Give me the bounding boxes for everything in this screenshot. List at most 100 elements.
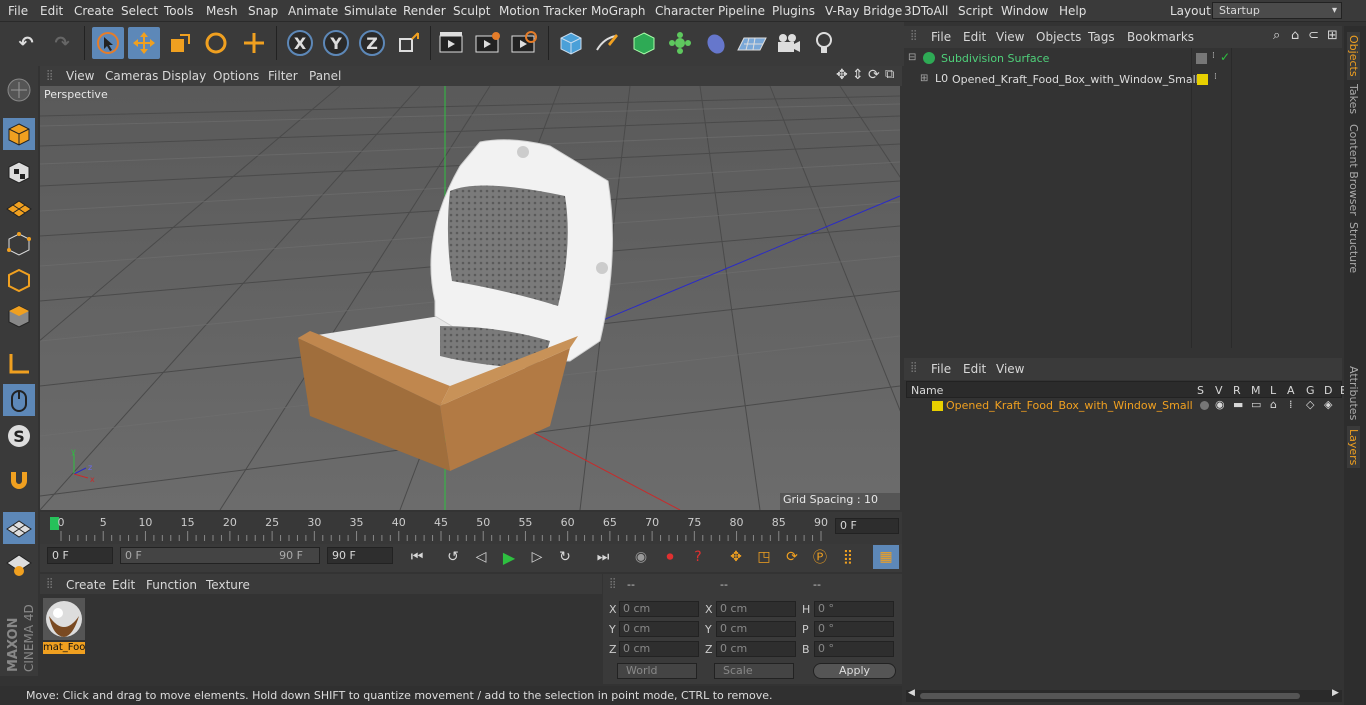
- render-to-picture-viewer-icon[interactable]: [472, 27, 504, 59]
- coordinate-system-icon[interactable]: [393, 27, 425, 59]
- material-menu-texture[interactable]: Texture: [206, 578, 250, 592]
- rotate-tool-icon[interactable]: [200, 27, 232, 59]
- light-icon[interactable]: [808, 27, 840, 59]
- coord-size-z[interactable]: 0 cm: [716, 641, 796, 657]
- magnet-icon[interactable]: [3, 464, 35, 496]
- tab-layers[interactable]: Layers: [1347, 426, 1360, 469]
- tweak-mouse-icon[interactable]: [3, 384, 35, 416]
- play-icon[interactable]: ▶: [496, 545, 522, 569]
- menu-motion-tracker[interactable]: Motion Tracker: [499, 4, 587, 18]
- menu-character[interactable]: Character: [655, 4, 714, 18]
- lm-menu-view[interactable]: View: [996, 362, 1024, 376]
- scrollbar-thumb[interactable]: [920, 693, 1300, 699]
- enabled-check-icon[interactable]: ✓: [1220, 50, 1230, 64]
- menu-3dtoall[interactable]: 3DToAll: [904, 4, 948, 18]
- menu-script[interactable]: Script: [958, 4, 993, 18]
- floor-icon[interactable]: [736, 27, 768, 59]
- render-visibility-dots[interactable]: ⁞: [1212, 51, 1215, 61]
- viewport-zoom-icon[interactable]: ⇕: [852, 67, 864, 83]
- om-menu-bookmarks[interactable]: Bookmarks: [1127, 30, 1194, 44]
- key-pla-icon[interactable]: ⣿: [835, 545, 861, 569]
- viewport-label[interactable]: Perspective: [44, 88, 108, 101]
- visibility-dots[interactable]: ⁞: [1214, 72, 1217, 82]
- texture-mode-icon[interactable]: [3, 156, 35, 188]
- y-axis-icon[interactable]: Y: [320, 27, 352, 59]
- object-row-subdivision[interactable]: ⊟ Subdivision Surface ⁞ ✓: [904, 50, 1342, 68]
- deformer-icon[interactable]: [700, 27, 732, 59]
- coord-world-select[interactable]: World: [617, 663, 697, 679]
- previous-frame-icon[interactable]: ◁: [468, 545, 494, 569]
- layer-animation-icon[interactable]: ⁞: [1289, 398, 1293, 411]
- auto-keying-icon[interactable]: ⏺: [657, 545, 683, 569]
- om-back-icon[interactable]: ⊂: [1308, 28, 1319, 43]
- coord-rot-b[interactable]: 0 °: [814, 641, 894, 657]
- camera-icon[interactable]: [772, 27, 804, 59]
- col-manager[interactable]: M: [1251, 384, 1261, 397]
- timeline-ruler[interactable]: 0 5 10 15 20 25 30 35 40 45 50 55 60 65 70 75 80 85 90 0 F: [40, 512, 902, 544]
- col-animation[interactable]: A: [1287, 384, 1295, 397]
- coord-size-x[interactable]: 0 cm: [716, 601, 796, 617]
- coord-pos-y[interactable]: 0 cm: [619, 621, 699, 637]
- end-frame-field[interactable]: 90 F: [327, 547, 393, 564]
- move-tool-icon[interactable]: [128, 27, 160, 59]
- viewport-move-icon[interactable]: ✥: [836, 67, 848, 83]
- layer-manager-icon[interactable]: ▭: [1251, 398, 1261, 411]
- coord-scale-select[interactable]: Scale: [714, 663, 794, 679]
- material-swatch[interactable]: mat_Foo: [43, 598, 85, 656]
- tab-content-browser[interactable]: Content Browser: [1347, 124, 1360, 216]
- col-solo[interactable]: S: [1197, 384, 1204, 397]
- x-axis-icon[interactable]: X: [284, 27, 316, 59]
- menu-mesh[interactable]: Mesh: [206, 4, 238, 18]
- viewport-rotate-icon[interactable]: ⟳: [868, 67, 880, 83]
- go-to-start-icon[interactable]: ⏮: [404, 545, 430, 569]
- viewport-menu-view[interactable]: View: [66, 69, 94, 83]
- layer-color-tag[interactable]: [1197, 74, 1208, 85]
- make-editable-icon[interactable]: [3, 74, 35, 106]
- viewport-menu-filter[interactable]: Filter: [268, 69, 298, 83]
- scale-tool-icon[interactable]: [164, 27, 196, 59]
- menu-tools[interactable]: Tools: [164, 4, 194, 18]
- col-generators[interactable]: G: [1306, 384, 1315, 397]
- lm-menu-file[interactable]: File: [931, 362, 951, 376]
- col-name[interactable]: Name: [911, 384, 943, 397]
- editor-visibility-icon[interactable]: [1196, 53, 1207, 64]
- key-rotation-icon[interactable]: ⟳: [779, 545, 805, 569]
- material-menu-edit[interactable]: Edit: [112, 578, 135, 592]
- snap-grid-icon[interactable]: [3, 548, 35, 580]
- col-view[interactable]: V: [1215, 384, 1223, 397]
- layer-solo-icon[interactable]: [1200, 401, 1209, 410]
- menu-snap[interactable]: Snap: [248, 4, 278, 18]
- transform-tool-icon[interactable]: [238, 27, 270, 59]
- material-menu-function[interactable]: Function: [146, 578, 197, 592]
- next-key-icon[interactable]: ↻: [552, 545, 578, 569]
- key-position-icon[interactable]: ✥: [723, 545, 749, 569]
- layer-eye-icon[interactable]: ◉: [1215, 398, 1225, 411]
- subdivision-surface-icon[interactable]: [628, 27, 660, 59]
- menu-vray-bridge[interactable]: V-Ray Bridge: [825, 4, 902, 18]
- tab-attributes[interactable]: Attributes: [1347, 366, 1360, 420]
- menu-window[interactable]: Window: [1001, 4, 1048, 18]
- object-row-food-box[interactable]: ⊞ L0 Opened_Kraft_Food_Box_with_Window_S…: [904, 71, 1342, 89]
- polygons-mode-icon[interactable]: [3, 300, 35, 332]
- workplane-lock-icon[interactable]: [3, 512, 35, 544]
- axis-icon[interactable]: [3, 348, 35, 380]
- om-new-window-icon[interactable]: ⊞: [1327, 28, 1338, 43]
- render-settings-icon[interactable]: [508, 27, 540, 59]
- viewport-3d[interactable]: Perspective Grid Spacing : 10 cm y z x: [40, 86, 900, 510]
- material-menu-create[interactable]: Create: [66, 578, 106, 592]
- tab-objects[interactable]: Objects: [1347, 32, 1360, 80]
- viewport-maximize-icon[interactable]: ⧉: [885, 67, 894, 82]
- key-scale-icon[interactable]: ◳: [751, 545, 777, 569]
- menu-plugins[interactable]: Plugins: [772, 4, 815, 18]
- keyframe-selection-icon[interactable]: ?: [685, 545, 711, 569]
- lm-menu-edit[interactable]: Edit: [963, 362, 986, 376]
- tab-takes[interactable]: Takes: [1347, 84, 1360, 114]
- viewport-menu-options[interactable]: Options: [213, 69, 259, 83]
- go-to-end-icon[interactable]: ⏭: [590, 545, 616, 569]
- previous-key-icon[interactable]: ↺: [440, 545, 466, 569]
- undo-icon[interactable]: ↶: [10, 27, 42, 59]
- pen-spline-icon[interactable]: [591, 27, 623, 59]
- om-menu-tags[interactable]: Tags: [1088, 30, 1115, 44]
- edges-mode-icon[interactable]: [3, 264, 35, 296]
- model-mode-icon[interactable]: [3, 118, 35, 150]
